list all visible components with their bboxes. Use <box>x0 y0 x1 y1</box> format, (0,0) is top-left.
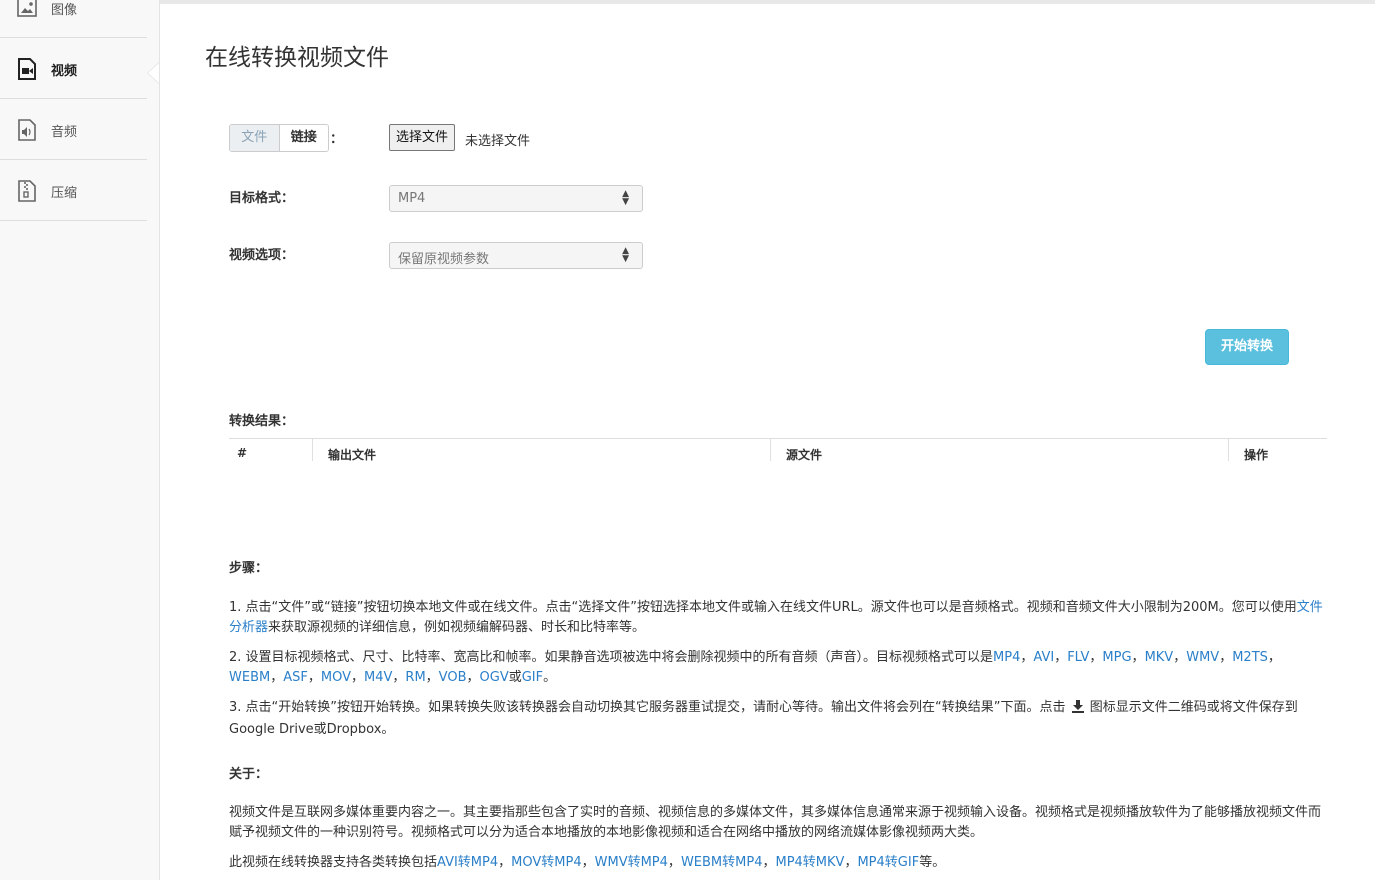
separator: ， <box>762 855 776 870</box>
video-icon <box>16 57 38 81</box>
download-icon <box>1071 700 1084 720</box>
format-link-flv[interactable]: FLV <box>1067 650 1089 665</box>
select-arrows-icon: ▲ ▼ <box>622 189 629 207</box>
sidebar-item-label: 视频 <box>51 64 78 79</box>
step-1-text: 1. 点击“文件”或“链接”按钮切换本地文件或在线文件。点击“选择文件”按钮选择… <box>229 600 1297 615</box>
select-arrows-icon: ▲ ▼ <box>622 246 629 264</box>
conversion-link-list: AVI转MP4，MOV转MP4，WMV转MP4，WEBM转MP4，MP4转MKV… <box>437 855 919 870</box>
about-conversions: 此视频在线转换器支持各类转换包括AVI转MP4，MOV转MP4，WMV转MP4，… <box>229 853 1324 873</box>
page-title: 在线转换视频文件 <box>205 45 389 71</box>
step-1-text-end: 来获取源视频的详细信息，例如视频编解码器、时长和比特率等。 <box>268 620 646 635</box>
image-icon <box>16 0 38 20</box>
sidebar-item-video[interactable]: 视频 <box>0 38 147 99</box>
format-link-asf[interactable]: ASF <box>283 670 308 685</box>
about-conversions-text: 此视频在线转换器支持各类转换包括 <box>229 855 438 870</box>
choose-file-button[interactable]: 选择文件 <box>389 124 456 151</box>
format-label: 目标格式： <box>229 191 295 206</box>
video-option-select[interactable]: 保留原视频参数 ▲ ▼ <box>389 242 643 269</box>
separator: ， <box>1219 650 1233 665</box>
col-divider <box>770 439 771 461</box>
video-option-label: 视频选项： <box>229 248 295 263</box>
sidebar-item-label: 音频 <box>51 125 78 140</box>
step-1: 1. 点击“文件”或“链接”按钮切换本地文件或在线文件。点击“选择文件”按钮选择… <box>229 598 1324 638</box>
col-actions: 操作 <box>1244 448 1269 462</box>
format-link-ogv[interactable]: OGV <box>480 670 509 685</box>
sidebar-item-zip[interactable]: 压缩 <box>0 160 147 221</box>
step-2: 2. 设置目标视频格式、尺寸、比特率、宽高比和帧率。如果静音选项被选中将会删除视… <box>229 648 1324 688</box>
col-divider <box>312 439 313 461</box>
conversion-link[interactable]: MP4转MKV <box>775 855 844 870</box>
step-2-end: 。 <box>543 670 557 685</box>
separator: ， <box>466 670 480 685</box>
tab-link[interactable]: 链接 <box>278 125 328 151</box>
col-output-file: 输出文件 <box>328 448 377 462</box>
format-link-gif[interactable]: GIF <box>522 670 543 685</box>
source-toggle: 文件 链接 <box>229 124 329 152</box>
separator: ， <box>1131 650 1145 665</box>
format-link-mkv[interactable]: MKV <box>1145 650 1174 665</box>
about-paragraph: 视频文件是互联网多媒体重要内容之一。其主要指那些包含了实时的音频、视频信息的多媒… <box>229 805 1322 840</box>
main-content: 在线转换视频文件 文件 链接 ： 选择文件 未选择文件 目标格式： MP4 ▲ ▼… <box>160 0 1375 880</box>
conversion-link[interactable]: AVI转MP4 <box>437 855 498 870</box>
start-convert-button[interactable]: 开始转换 <box>1205 329 1289 365</box>
conversion-link[interactable]: WEBM转MP4 <box>681 855 763 870</box>
separator: ， <box>1267 650 1281 665</box>
format-link-avi[interactable]: AVI <box>1033 650 1054 665</box>
format-link-m2ts[interactable]: M2TS <box>1232 650 1268 665</box>
sidebar-item-label: 压缩 <box>51 186 78 201</box>
results-table-border <box>229 438 1327 439</box>
format-link-mp4[interactable]: MP4 <box>993 650 1020 665</box>
format-value: MP4 <box>398 191 426 206</box>
format-link-wmv[interactable]: WMV <box>1186 650 1219 665</box>
col-source-file: 源文件 <box>786 448 823 462</box>
separator: ， <box>1173 650 1187 665</box>
separator: ， <box>581 855 595 870</box>
about-conversions-end: 等。 <box>919 855 946 870</box>
sidebar-item-audio[interactable]: 音频 <box>0 99 147 160</box>
conversion-link[interactable]: MOV转MP4 <box>511 855 581 870</box>
step-3: 3. 点击“开始转换”按钮开始转换。如果转换失败该转换器会自动切换其它服务器重试… <box>229 698 1324 740</box>
step-2-or: 或 <box>508 670 522 685</box>
format-link-mpg[interactable]: MPG <box>1102 650 1131 665</box>
separator: ， <box>667 855 681 870</box>
source-colon: ： <box>330 132 344 147</box>
active-pointer <box>148 63 159 83</box>
format-link-rm[interactable]: RM <box>405 670 425 685</box>
format-link-vob[interactable]: VOB <box>439 670 467 685</box>
separator: ， <box>307 670 321 685</box>
conversion-link[interactable]: WMV转MP4 <box>595 855 668 870</box>
separator: ， <box>425 670 439 685</box>
format-link-webm[interactable]: WEBM <box>229 670 270 685</box>
about-title: 关于： <box>229 767 269 782</box>
steps-title: 步骤： <box>229 561 269 576</box>
col-divider <box>1228 439 1229 461</box>
format-link-m4v[interactable]: M4V <box>364 670 392 685</box>
sidebar-item-label: 图像 <box>51 3 78 18</box>
video-option-value: 保留原视频参数 <box>398 252 490 267</box>
separator: ， <box>392 670 406 685</box>
separator: ， <box>844 855 858 870</box>
separator: ， <box>270 670 284 685</box>
conversion-link[interactable]: MP4转GIF <box>857 855 919 870</box>
results-title: 转换结果： <box>229 414 295 429</box>
separator: ， <box>1089 650 1103 665</box>
col-index: # <box>237 446 248 460</box>
tab-file[interactable]: 文件 <box>230 125 279 151</box>
format-link-mov[interactable]: MOV <box>321 670 351 685</box>
sidebar-item-image[interactable]: 图像 <box>0 0 147 38</box>
sidebar: 图像 视频 音频 压缩 <box>0 0 160 880</box>
file-status: 未选择文件 <box>465 134 531 149</box>
audio-icon <box>16 118 38 142</box>
format-select[interactable]: MP4 ▲ ▼ <box>389 185 643 212</box>
zip-icon <box>16 179 38 203</box>
separator: ， <box>498 855 512 870</box>
step-2-text: 2. 设置目标视频格式、尺寸、比特率、宽高比和帧率。如果静音选项被选中将会删除视… <box>229 650 994 665</box>
separator: ， <box>350 670 364 685</box>
separator: ， <box>1020 650 1034 665</box>
step-3-text: 3. 点击“开始转换”按钮开始转换。如果转换失败该转换器会自动切换其它服务器重试… <box>229 700 1066 715</box>
separator: ， <box>1054 650 1068 665</box>
